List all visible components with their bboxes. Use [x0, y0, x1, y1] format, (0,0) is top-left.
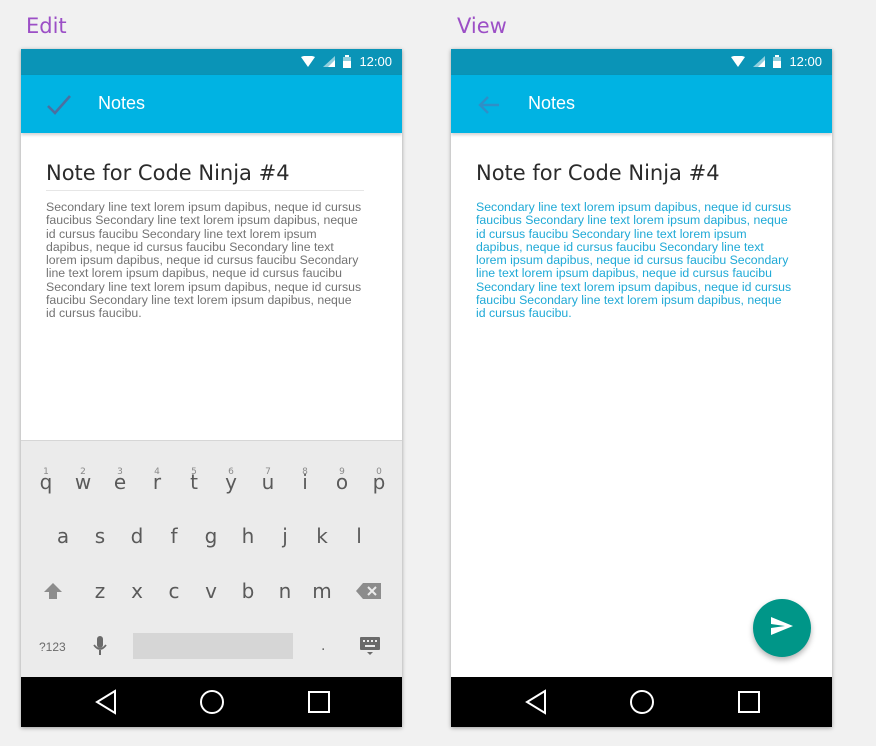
key-t[interactable]: 5t	[176, 462, 212, 502]
symbols-key[interactable]: ?123	[39, 640, 66, 654]
emoji-keyboard-key[interactable]	[352, 626, 388, 666]
key-z[interactable]: z	[82, 571, 118, 611]
status-time: 12:00	[789, 54, 822, 69]
backspace-key[interactable]	[351, 571, 387, 611]
back-triangle-icon[interactable]	[523, 689, 549, 715]
key-e[interactable]: 3e	[102, 462, 138, 502]
key-d[interactable]: d	[119, 516, 155, 556]
key-a[interactable]: a	[45, 516, 81, 556]
edit-screen: 12:00 Notes Note for Code Ninja #4 Secon…	[21, 49, 402, 727]
recents-square-icon[interactable]	[306, 689, 332, 715]
key-j[interactable]: j	[267, 516, 303, 556]
key-h[interactable]: h	[230, 516, 266, 556]
check-icon[interactable]	[45, 91, 73, 119]
mic-icon	[93, 636, 107, 661]
view-caption: View	[457, 14, 507, 38]
backspace-icon	[356, 581, 382, 605]
app-title: Notes	[98, 93, 146, 113]
app-title: Notes	[528, 93, 576, 113]
system-nav-bar	[21, 677, 402, 727]
shift-key[interactable]	[35, 571, 71, 611]
key-v[interactable]: v	[193, 571, 229, 611]
key-k[interactable]: k	[304, 516, 340, 556]
soft-keyboard: 1q2w3e4r5t6y7u8i9o0p asdfghjkl zxcvbnm ?…	[21, 440, 402, 678]
key-c[interactable]: c	[156, 571, 192, 611]
signal-icon	[323, 56, 336, 67]
key-hint-number: 5	[191, 467, 197, 477]
back-triangle-icon[interactable]	[93, 689, 119, 715]
status-time: 12:00	[359, 54, 392, 69]
key-p[interactable]: 0p	[361, 462, 397, 502]
wifi-icon	[301, 56, 316, 67]
key-b[interactable]: b	[230, 571, 266, 611]
key-w[interactable]: 2w	[65, 462, 101, 502]
key-hint-number: 8	[302, 467, 308, 477]
status-bar: 12:00	[21, 49, 402, 75]
system-nav-bar	[451, 677, 832, 727]
battery-icon	[773, 55, 782, 68]
key-u[interactable]: 7u	[250, 462, 286, 502]
key-hint-number: 4	[154, 467, 160, 477]
mic-key[interactable]	[82, 626, 118, 666]
shift-icon	[43, 581, 63, 605]
period-key[interactable]: .	[321, 637, 325, 655]
note-title-field[interactable]: Note for Code Ninja #4	[46, 161, 364, 191]
note-body-text: Secondary line text lorem ipsum dapibus,…	[476, 200, 792, 321]
send-button[interactable]	[753, 599, 811, 657]
key-n[interactable]: n	[267, 571, 303, 611]
key-hint-number: 0	[376, 467, 382, 477]
recents-square-icon[interactable]	[736, 689, 762, 715]
key-hint-number: 3	[117, 467, 123, 477]
home-circle-icon[interactable]	[629, 689, 655, 715]
key-r[interactable]: 4r	[139, 462, 175, 502]
note-title: Note for Code Ninja #4	[46, 161, 290, 185]
app-bar: Notes	[451, 75, 832, 133]
key-m[interactable]: m	[304, 571, 340, 611]
key-q[interactable]: 1q	[28, 462, 64, 502]
key-f[interactable]: f	[156, 516, 192, 556]
key-y[interactable]: 6y	[213, 462, 249, 502]
key-o[interactable]: 9o	[324, 462, 360, 502]
space-key[interactable]	[133, 633, 293, 659]
edit-caption: Edit	[26, 14, 67, 38]
app-bar: Notes	[21, 75, 402, 133]
view-screen: 12:00 Notes Note for Code Ninja #4 Secon…	[451, 49, 832, 727]
key-l[interactable]: l	[341, 516, 377, 556]
key-hint-number: 6	[228, 467, 234, 477]
emoji-keyboard-icon	[359, 637, 381, 661]
key-hint-number: 7	[265, 467, 271, 477]
key-hint-number: 1	[43, 467, 49, 477]
wifi-icon	[731, 56, 746, 67]
note-title: Note for Code Ninja #4	[476, 161, 720, 185]
key-hint-number: 9	[339, 467, 345, 477]
note-body-field[interactable]: Secondary line text lorem ipsum dapibus,…	[46, 200, 364, 321]
key-s[interactable]: s	[82, 516, 118, 556]
signal-icon	[753, 56, 766, 67]
home-circle-icon[interactable]	[199, 689, 225, 715]
battery-icon	[343, 55, 352, 68]
key-hint-number: 2	[80, 467, 86, 477]
send-icon	[770, 616, 794, 641]
key-x[interactable]: x	[119, 571, 155, 611]
key-g[interactable]: g	[193, 516, 229, 556]
back-arrow-icon[interactable]	[475, 91, 503, 119]
key-i[interactable]: 8i	[287, 462, 323, 502]
status-bar: 12:00	[451, 49, 832, 75]
